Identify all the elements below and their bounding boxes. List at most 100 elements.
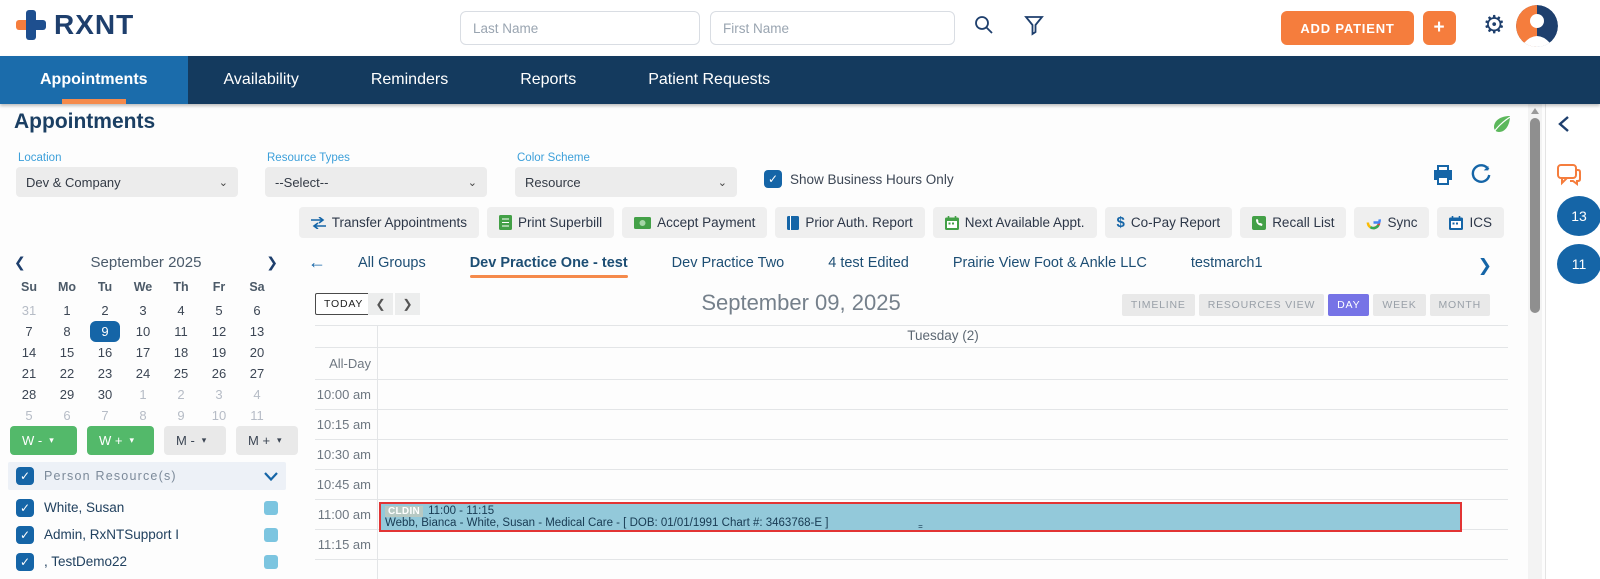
mini-calendar-day[interactable]: 6: [238, 300, 276, 321]
time-row[interactable]: 10:15 am: [315, 410, 1508, 440]
group-tab-dev-practice-one[interactable]: Dev Practice One - test: [470, 255, 628, 271]
groups-scroll-left-icon[interactable]: ←: [308, 252, 326, 273]
nav-tab-patient-requests[interactable]: Patient Requests: [612, 56, 806, 104]
mini-calendar-selected-day[interactable]: 9: [90, 321, 120, 342]
view-day-button[interactable]: DAY: [1328, 294, 1369, 316]
time-slot-cell[interactable]: [378, 410, 1508, 439]
view-week-button[interactable]: WEEK: [1373, 294, 1425, 316]
mini-calendar-day[interactable]: 11: [162, 321, 200, 342]
mini-calendar-day[interactable]: 16: [86, 342, 124, 363]
mini-calendar-day[interactable]: 21: [10, 363, 48, 384]
mini-calendar-day[interactable]: 30: [86, 384, 124, 405]
mini-calendar-day[interactable]: 8: [124, 405, 162, 426]
person-resources-checkbox[interactable]: ✓: [16, 467, 34, 485]
mini-calendar-day[interactable]: 4: [162, 300, 200, 321]
resource-row-testdemo22[interactable]: ✓ , TestDemo22: [8, 548, 286, 575]
mini-calendar-day[interactable]: 19: [200, 342, 238, 363]
mini-calendar-day[interactable]: 25: [162, 363, 200, 384]
mini-calendar-day[interactable]: 11: [238, 405, 276, 426]
time-slot-cell[interactable]: [378, 470, 1508, 499]
mini-calendar-day[interactable]: 3: [200, 384, 238, 405]
mini-calendar-prev-icon[interactable]: ❮: [14, 254, 30, 271]
nav-tab-appointments[interactable]: Appointments: [0, 56, 188, 104]
appointment-block[interactable]: CLDIN 11:00 - 11:15 Webb, Bianca - White…: [379, 502, 1462, 532]
mini-calendar-day[interactable]: 12: [200, 321, 238, 342]
month-plus-button[interactable]: M +▾: [236, 426, 298, 455]
first-name-input[interactable]: [710, 11, 955, 45]
appointment-resize-handle[interactable]: =: [918, 522, 923, 531]
month-minus-button[interactable]: M -▾: [164, 426, 226, 455]
nav-tab-availability[interactable]: Availability: [188, 56, 335, 104]
mini-calendar-day[interactable]: 26: [200, 363, 238, 384]
week-minus-button[interactable]: W -▾: [10, 426, 77, 455]
resource-checkbox[interactable]: ✓: [16, 553, 34, 571]
mini-calendar-day[interactable]: 5: [10, 405, 48, 426]
mini-calendar-day[interactable]: 10: [124, 321, 162, 342]
time-slot-cell[interactable]: [378, 560, 1508, 579]
mini-calendar-day[interactable]: 22: [48, 363, 86, 384]
mini-calendar-day[interactable]: 14: [10, 342, 48, 363]
time-slot-cell[interactable]: [378, 530, 1508, 559]
mini-calendar-day[interactable]: 28: [10, 384, 48, 405]
time-slot-cell[interactable]: [378, 348, 1508, 379]
resource-color-swatch[interactable]: [264, 555, 278, 569]
mini-calendar-day[interactable]: 9: [162, 405, 200, 426]
resource-row-admin[interactable]: ✓ Admin, RxNTSupport I: [8, 521, 286, 548]
mini-calendar-day[interactable]: 7: [86, 405, 124, 426]
resource-checkbox[interactable]: ✓: [16, 499, 34, 517]
search-icon[interactable]: [972, 13, 1002, 43]
week-plus-button[interactable]: W +▾: [87, 426, 154, 455]
groups-scroll-right-icon[interactable]: ❯: [1478, 256, 1492, 276]
resource-color-swatch[interactable]: [264, 528, 278, 542]
mini-calendar-day[interactable]: 8: [48, 321, 86, 342]
mini-calendar-day[interactable]: 17: [124, 342, 162, 363]
mini-calendar-day[interactable]: 24: [124, 363, 162, 384]
mini-calendar-day[interactable]: 20: [238, 342, 276, 363]
resource-checkbox[interactable]: ✓: [16, 526, 34, 544]
rxnt-logo[interactable]: RXNT: [14, 8, 134, 42]
view-month-button[interactable]: MONTH: [1430, 294, 1491, 316]
group-tab-all-groups[interactable]: All Groups: [358, 255, 426, 271]
nav-tab-reports[interactable]: Reports: [484, 56, 612, 104]
location-select[interactable]: Dev & Company ⌄: [16, 167, 238, 197]
quick-add-button[interactable]: +: [1423, 11, 1456, 45]
mini-calendar-day[interactable]: 15: [48, 342, 86, 363]
mini-calendar-day[interactable]: 2: [86, 300, 124, 321]
filter-icon[interactable]: [1022, 13, 1052, 43]
view-timeline-button[interactable]: TIMELINE: [1122, 294, 1195, 316]
mini-calendar-day[interactable]: 7: [10, 321, 48, 342]
mini-calendar-day[interactable]: 10: [200, 405, 238, 426]
next-day-button[interactable]: ❯: [395, 293, 420, 315]
notification-badge-1[interactable]: 13: [1557, 196, 1600, 236]
time-row[interactable]: 10:30 am: [315, 440, 1508, 470]
mini-calendar-day[interactable]: 31: [10, 300, 48, 321]
mini-calendar-day[interactable]: 4: [238, 384, 276, 405]
mini-calendar-day[interactable]: 23: [86, 363, 124, 384]
time-row[interactable]: 10:45 am: [315, 470, 1508, 500]
group-tab-testmarch1[interactable]: testmarch1: [1191, 255, 1263, 271]
user-avatar[interactable]: [1516, 5, 1558, 47]
group-tab-prairie-view[interactable]: Prairie View Foot & Ankle LLC: [953, 255, 1147, 271]
mini-calendar-day[interactable]: 6: [48, 405, 86, 426]
scrollbar-thumb[interactable]: [1530, 118, 1540, 313]
chevron-down-icon[interactable]: [264, 472, 278, 481]
last-name-input[interactable]: [460, 11, 700, 45]
scrollbar-up-arrow[interactable]: [1531, 108, 1539, 114]
mini-calendar-day[interactable]: 3: [124, 300, 162, 321]
group-tab-dev-practice-two[interactable]: Dev Practice Two: [672, 255, 785, 271]
mini-calendar-day[interactable]: 27: [238, 363, 276, 384]
collapse-panel-icon[interactable]: [1558, 116, 1570, 137]
time-row[interactable]: [315, 560, 1508, 579]
time-row[interactable]: All-Day: [315, 348, 1508, 380]
add-patient-button[interactable]: ADD PATIENT: [1281, 11, 1414, 45]
mini-calendar-day[interactable]: 18: [162, 342, 200, 363]
view-resources-button[interactable]: RESOURCES VIEW: [1199, 294, 1324, 316]
mini-calendar-next-icon[interactable]: ❯: [262, 254, 278, 271]
nav-tab-reminders[interactable]: Reminders: [335, 56, 484, 104]
mini-calendar-day[interactable]: 1: [48, 300, 86, 321]
time-slot-cell[interactable]: [378, 380, 1508, 409]
prev-day-button[interactable]: ❮: [368, 293, 393, 315]
time-row[interactable]: 10:00 am: [315, 380, 1508, 410]
mini-calendar-day[interactable]: 5: [200, 300, 238, 321]
vertical-scrollbar[interactable]: [1528, 104, 1542, 579]
